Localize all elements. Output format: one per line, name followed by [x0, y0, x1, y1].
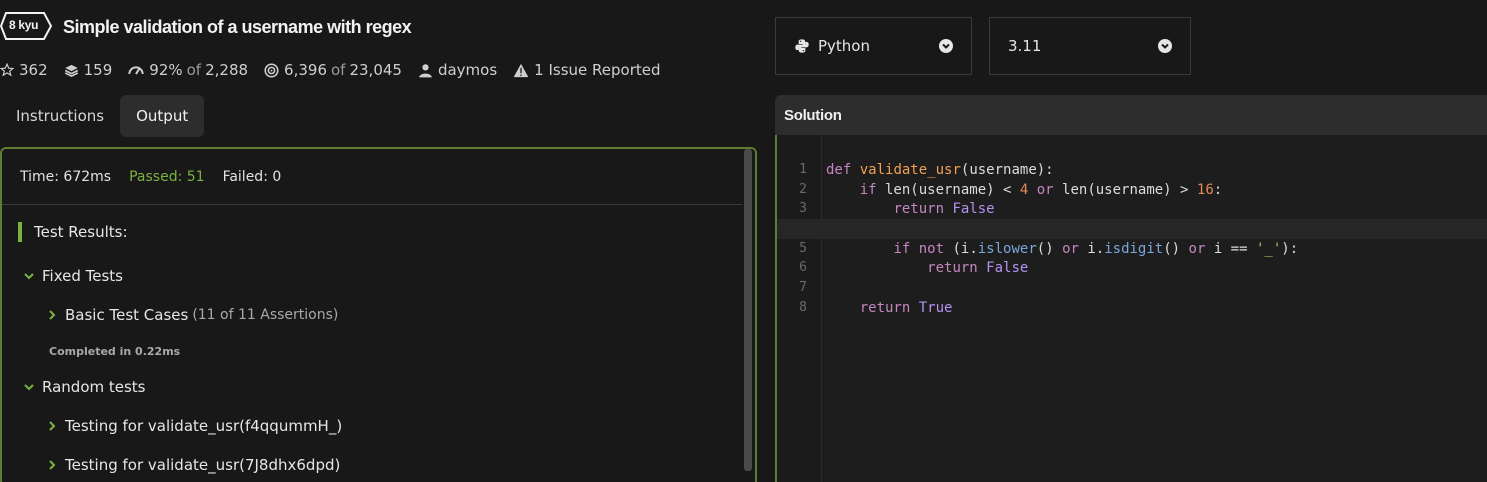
group-random-tests[interactable]: Random tests: [22, 378, 146, 396]
code-editor[interactable]: 1 def validate_usr(username): 2 if len(us…: [775, 135, 1487, 482]
satisfaction-pct: 92%: [149, 61, 183, 79]
version-select-label: 3.11: [1008, 37, 1158, 55]
of-label-2: of: [331, 61, 346, 79]
of-label: of: [186, 61, 202, 79]
code-line[interactable]: 7: [777, 258, 1487, 295]
solution-header: Solution: [775, 95, 1487, 135]
warning-icon: [513, 63, 529, 77]
language-value: Python: [818, 37, 870, 55]
chevron-right-icon: [49, 421, 56, 431]
tab-bar: Instructions Output: [0, 95, 205, 137]
chevron-right-icon: [49, 310, 56, 320]
chevron-down-circle-icon: [1158, 39, 1172, 53]
failed-label: Failed: 0: [222, 169, 282, 185]
issues-stat[interactable]: 1 Issue Reported: [513, 61, 661, 79]
chevron-down-icon: [24, 384, 34, 391]
collections-stat[interactable]: 159: [64, 61, 113, 79]
scrollbar-thumb[interactable]: [744, 149, 752, 471]
completions-stat: 6,396 of 23,045: [264, 61, 402, 79]
passed-label: Passed: 51: [129, 169, 205, 185]
chevron-down-icon: [24, 273, 34, 280]
item-basic-test-cases[interactable]: Basic Test Cases (11 of 11 Assertions): [45, 306, 338, 324]
kata-page: 8 kyu Simple validation of a username wi…: [0, 0, 1487, 482]
time-label: Time: 672ms: [20, 169, 112, 185]
group-label: Random tests: [42, 378, 146, 396]
code-line[interactable]: 3 return False: [777, 179, 1487, 217]
stars-count: 362: [19, 61, 48, 79]
code-line[interactable]: 6 return False: [777, 238, 1487, 276]
user-icon: [419, 63, 432, 77]
satisfaction-votes: 2,288: [205, 61, 249, 79]
version-value: 3.11: [1008, 37, 1042, 55]
code-line[interactable]: 8 return True: [777, 278, 1487, 316]
chevron-down-circle-icon: [939, 39, 953, 53]
code-line[interactable]: 4 for i in username:: [777, 199, 1487, 237]
language-select-label: Python: [794, 37, 939, 55]
kata-stats: 362 159 92% of 2,288 6,396 of 23,045 day…: [0, 60, 677, 80]
star-icon: [0, 63, 14, 77]
scrollbar[interactable]: [742, 149, 755, 482]
language-select[interactable]: Python: [775, 17, 972, 75]
assertions-count: (11 of 11 Assertions): [192, 307, 339, 323]
divider: [2, 204, 744, 205]
test-summary: Time: 672ms Passed: 51 Failed: 0: [20, 169, 299, 185]
attempts-count: 23,045: [349, 61, 402, 79]
layers-icon: [64, 64, 78, 77]
author-stat[interactable]: daymos: [418, 61, 497, 79]
line-number: 8: [799, 300, 807, 315]
completed-time: Completed in 0.22ms: [49, 345, 181, 358]
chevron-right-icon: [49, 460, 56, 470]
item-label: Testing for validate_usr(f4qqummH_): [65, 417, 343, 435]
item-random-test-1[interactable]: Testing for validate_usr(f4qqummH_): [45, 417, 342, 435]
completions-count: 6,396: [284, 61, 327, 79]
code-line[interactable]: 1 def validate_usr(username):: [777, 140, 1487, 178]
test-results-heading: Test Results:: [18, 221, 128, 243]
test-results-label: Test Results:: [34, 223, 128, 241]
python-icon: [795, 39, 809, 53]
output-panel: Time: 672ms Passed: 51 Failed: 0 Test Re…: [0, 147, 757, 482]
code-text: return True: [859, 300, 953, 316]
accent-bar: [18, 222, 22, 242]
group-fixed-tests[interactable]: Fixed Tests: [22, 267, 123, 285]
rank-label: 8 kyu: [9, 18, 39, 32]
code-line-active[interactable]: 5 if not (i.islower() or i.isdigit() or …: [777, 219, 1487, 257]
code-line[interactable]: 2 if len(username) < 4 or len(username) …: [777, 160, 1487, 198]
stars-stat[interactable]: 362: [0, 61, 48, 79]
tab-output[interactable]: Output: [120, 95, 205, 137]
item-label: Basic Test Cases: [65, 306, 189, 324]
author-name: daymos: [437, 61, 498, 79]
satisfaction-stat: 92% of 2,288: [128, 61, 248, 79]
item-random-test-2[interactable]: Testing for validate_usr(7J8dhx6dpd): [45, 456, 340, 474]
kata-title: Simple validation of a username with reg…: [63, 17, 412, 37]
target-icon: [264, 62, 279, 78]
group-label: Fixed Tests: [42, 267, 123, 285]
rank-badge: 8 kyu: [0, 11, 54, 41]
item-label: Testing for validate_usr(7J8dhx6dpd): [65, 456, 341, 474]
collections-count: 159: [83, 61, 113, 79]
gauge-icon: [128, 66, 144, 75]
version-select[interactable]: 3.11: [989, 17, 1191, 75]
issues-label: 1 Issue Reported: [534, 61, 661, 79]
tab-instructions[interactable]: Instructions: [0, 95, 120, 137]
